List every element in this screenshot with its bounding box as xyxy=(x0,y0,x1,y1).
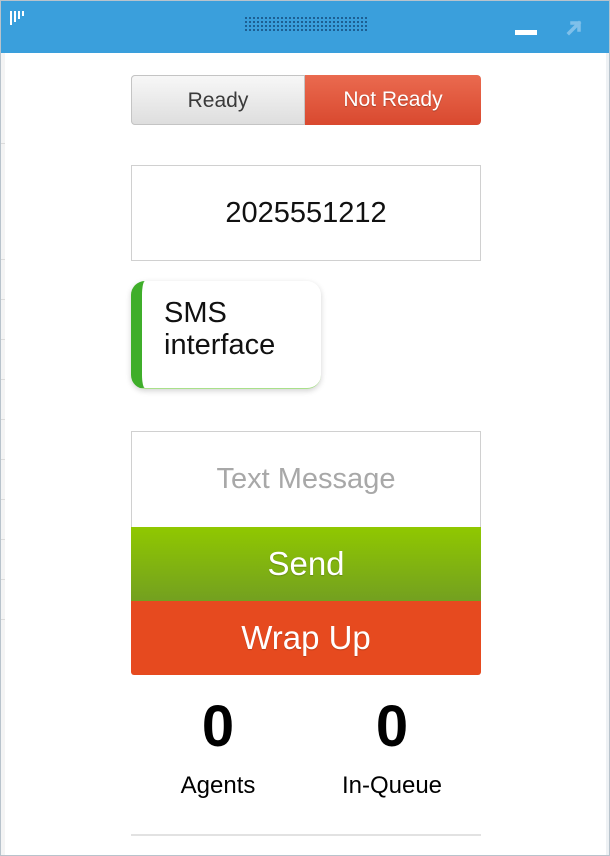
bars-logo-icon xyxy=(9,9,29,32)
popout-button[interactable] xyxy=(563,17,585,39)
phone-number-display: 2025551212 xyxy=(131,165,481,261)
background-page-edge xyxy=(1,53,5,855)
agents-count: 0 xyxy=(201,694,235,759)
agents-stat: 0 Agents xyxy=(143,691,293,801)
ready-option[interactable]: Ready xyxy=(131,75,305,125)
not-ready-option[interactable]: Not Ready xyxy=(305,75,481,125)
agents-label: Agents xyxy=(180,772,256,799)
title-bar[interactable] xyxy=(1,1,609,53)
send-button[interactable]: Send xyxy=(131,527,481,601)
agent-status-toggle: Ready Not Ready xyxy=(131,75,481,125)
minimize-button[interactable] xyxy=(513,23,539,37)
softphone-window: Ready Not Ready 2025551212 SMS interface… xyxy=(0,0,610,856)
in-queue-label: In-Queue xyxy=(341,772,443,799)
divider xyxy=(131,834,481,836)
wrap-up-button[interactable]: Wrap Up xyxy=(131,601,481,675)
channel-label: SMS interface xyxy=(164,297,276,361)
channel-card[interactable]: SMS interface xyxy=(131,281,321,389)
text-message-input[interactable] xyxy=(131,431,481,527)
in-queue-stat: 0 In-Queue xyxy=(317,691,467,801)
drag-grip-icon[interactable] xyxy=(245,17,367,33)
popout-arrow-icon xyxy=(566,20,582,36)
in-queue-count: 0 xyxy=(375,694,409,759)
window-edge xyxy=(606,53,609,855)
minimize-icon xyxy=(515,30,537,35)
